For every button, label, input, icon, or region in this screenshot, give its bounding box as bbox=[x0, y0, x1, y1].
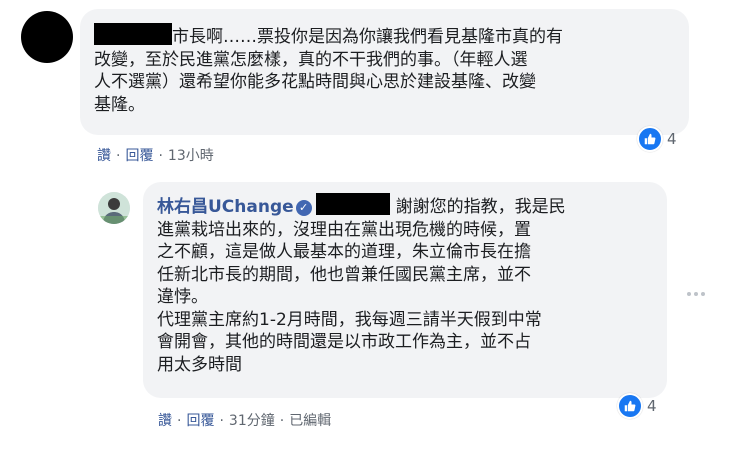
comment-reply-link[interactable]: 回覆 bbox=[125, 148, 153, 164]
like-icon bbox=[617, 393, 643, 419]
reply-bubble: 林右昌UChange ✓ 謝謝您的指教，我是民 進黨栽培出來的，沒理由在黨出現危機的… bbox=[143, 182, 667, 398]
reply-reactions[interactable]: 4 bbox=[617, 393, 657, 419]
reply-like-link[interactable]: 讚 bbox=[158, 413, 172, 429]
comment-line-4: 基隆。 bbox=[94, 94, 145, 115]
reply-reaction-count: 4 bbox=[647, 397, 657, 415]
reply-reply-link[interactable]: 回覆 bbox=[186, 413, 214, 429]
like-icon bbox=[637, 126, 663, 152]
commenter-avatar[interactable] bbox=[21, 11, 73, 63]
comment-reactions[interactable]: 4 bbox=[637, 126, 677, 152]
redacted-name bbox=[315, 193, 390, 215]
comment-line-2: 改變，至於民進黨怎麼樣，真的不干我們的事。（年輕人選 bbox=[94, 49, 528, 70]
reply-line-3: 之不顧，這是做人最基本的道理，朱立倫市長在擔 bbox=[157, 242, 531, 262]
comment-actions: 讚 · 回覆 · 13小時 bbox=[97, 148, 214, 164]
comment-line-1: 市長啊……票投你是因為你讓我們看見基隆市真的有 bbox=[172, 27, 563, 47]
reply-author-name[interactable]: 林右昌UChange bbox=[157, 197, 294, 217]
comment-body: 市長啊……票投你是因為你讓我們看見基隆市真的有 改變，至於民進黨怎麼樣，真的不干… bbox=[94, 23, 563, 116]
comment-reaction-count: 4 bbox=[667, 130, 677, 148]
comment-line-3: 人不選黨）還希望你能多花點時間與心思於建設基隆、改變 bbox=[94, 72, 536, 92]
comment-like-link[interactable]: 讚 bbox=[97, 148, 111, 164]
reply-actions: 讚 · 回覆 · 31分鐘 · 已編輯 bbox=[158, 413, 332, 429]
redacted-name bbox=[94, 23, 172, 45]
reply-author-avatar[interactable] bbox=[98, 192, 130, 224]
verified-badge-icon: ✓ bbox=[295, 200, 312, 216]
reply-line-4: 任新北市長的期間，他也曾兼任國民黨主席，並不 bbox=[157, 264, 531, 285]
comment-timestamp[interactable]: 13小時 bbox=[168, 148, 214, 164]
reply-line-2: 進黨栽培出來的，沒理由在黨出現危機的時候，置 bbox=[157, 219, 531, 240]
reply-line-6: 代理黨主席約1-2月時間，我每週三請半天假到中常 bbox=[157, 309, 542, 330]
reply-edited-label[interactable]: 已編輯 bbox=[289, 413, 331, 429]
reply-line-5: 違悖。 bbox=[157, 287, 208, 307]
comment-bubble: 市長啊……票投你是因為你讓我們看見基隆市真的有 改變，至於民進黨怎麼樣，真的不干… bbox=[80, 9, 689, 135]
reply-timestamp[interactable]: 31分鐘 bbox=[229, 413, 275, 429]
more-options-icon[interactable] bbox=[687, 290, 709, 298]
reply-line-1: 謝謝您的指教，我是民 bbox=[395, 197, 566, 217]
reply-body: 林右昌UChange ✓ 謝謝您的指教，我是民 進黨栽培出來的，沒理由在黨出現危機的… bbox=[157, 193, 566, 376]
reply-line-7: 會開會，其他的時間還是以市政工作為主，並不占 bbox=[157, 332, 531, 352]
reply-line-8: 用太多時間 bbox=[157, 354, 242, 375]
